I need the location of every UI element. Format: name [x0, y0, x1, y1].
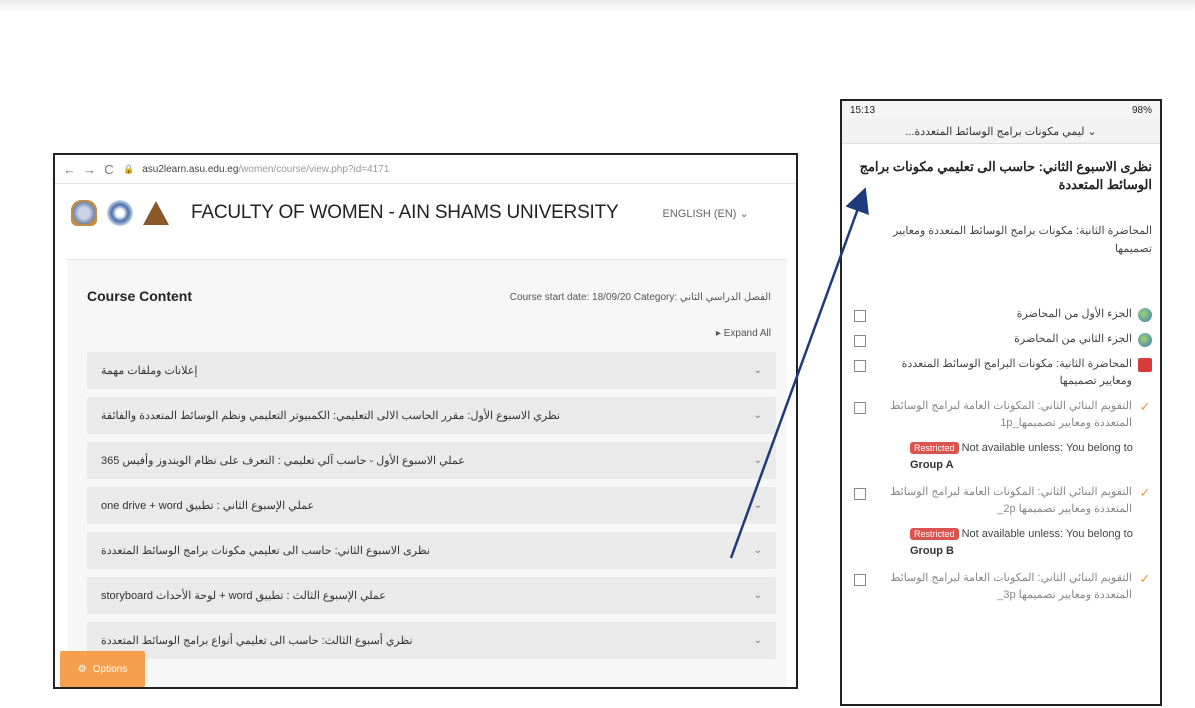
connector-arrow [729, 187, 869, 559]
arrow-line [729, 187, 869, 559]
